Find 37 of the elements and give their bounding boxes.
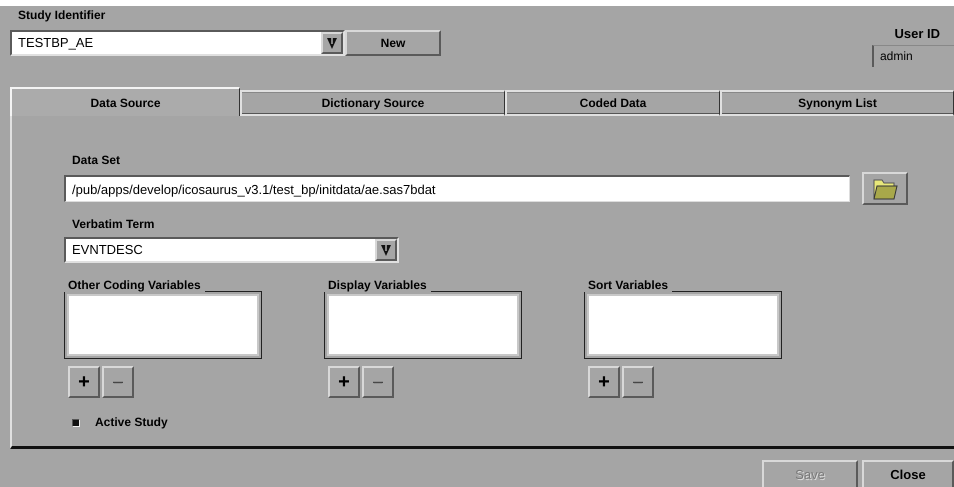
add-button[interactable]: + (328, 366, 360, 398)
list-box[interactable] (64, 292, 262, 359)
new-button[interactable]: New (345, 30, 441, 56)
add-button[interactable]: + (588, 366, 620, 398)
checkbox-label: Active Study (95, 415, 168, 431)
remove-button[interactable] (362, 366, 394, 398)
tab[interactable]: Dictionary Source (240, 90, 505, 116)
add-button[interactable]: + (68, 366, 100, 398)
caret-icon (327, 37, 337, 49)
dropdown-field[interactable]: EVNTDESC (64, 237, 399, 263)
user-id-field: admin (872, 45, 954, 67)
remove-button[interactable] (622, 366, 654, 398)
tab[interactable]: Coded Data (505, 90, 720, 116)
field-label: User ID (894, 27, 940, 41)
dropdown-button[interactable] (375, 239, 397, 261)
browse-button[interactable] (862, 172, 908, 205)
tab[interactable]: Synonym List (720, 90, 954, 116)
minus-icon (113, 380, 123, 384)
caret-icon (381, 244, 391, 256)
list-box[interactable] (584, 292, 782, 359)
field-label: Verbatim Term (72, 217, 156, 233)
dropdown-button[interactable] (321, 32, 343, 54)
list-box[interactable] (324, 292, 522, 359)
data-set-field[interactable]: /pub/apps/develop/icosaurus_v3.1/test_bp/initdata/ae.sas7bdat (64, 175, 850, 202)
field-label: Data Set (72, 153, 122, 169)
minus-icon (633, 380, 643, 384)
list-label: Sort Variables (587, 278, 670, 292)
field-label: Study Identifier (18, 8, 106, 22)
dropdown-field[interactable]: TESTBP_AE (10, 30, 345, 56)
list-label: Other Coding Variables (67, 278, 202, 292)
list-label: Display Variables (327, 278, 428, 292)
checkbox[interactable] (72, 419, 80, 427)
action-button[interactable]: Close (862, 460, 954, 487)
minus-icon (373, 380, 383, 384)
folder-icon (872, 176, 898, 200)
tab[interactable]: Data Source (10, 87, 240, 116)
remove-button[interactable] (102, 366, 134, 398)
